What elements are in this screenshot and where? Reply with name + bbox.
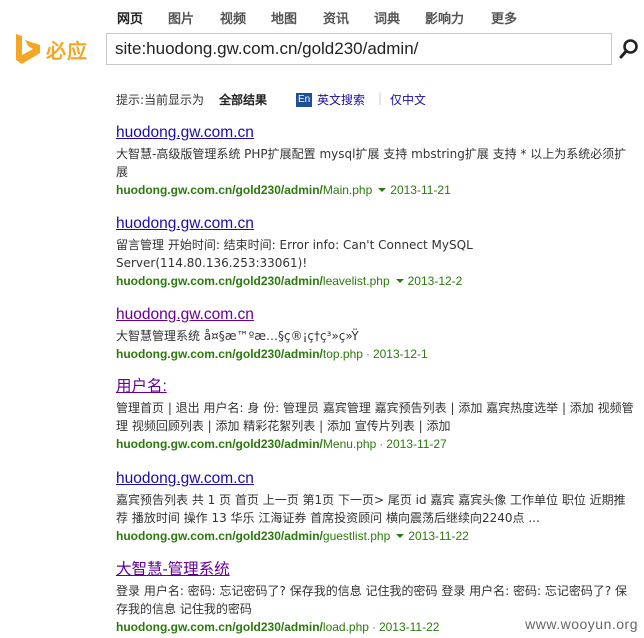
nav-item-news[interactable]: 资讯 <box>323 8 349 27</box>
url-options-caret-icon[interactable] <box>395 278 404 283</box>
result-snippet: 登录 用户名: 密码: 忘记密码了? 保存我的信息 记住我的密码 登录 用户名:… <box>116 584 628 616</box>
result-date: 2013-11-22 <box>408 529 469 543</box>
search-result: huodong.gw.com.cn 大智慧管理系统 å¤§æ™ºæ…§ç®¡ç†… <box>116 306 636 363</box>
all-results-label: 全部结果 <box>219 93 268 107</box>
dot-separator: · <box>365 347 370 361</box>
nav-item-more[interactable]: 更多 <box>491 8 517 27</box>
result-url: huodong.gw.com.cn/gold230/admin/Main.php <box>116 183 373 197</box>
result-date: 2013-12-2 <box>407 274 463 288</box>
search-button[interactable] <box>611 33 644 65</box>
result-date: 2013-11-22 <box>378 620 440 634</box>
logo-text: 必应 <box>46 39 88 63</box>
result-title-link[interactable]: huodong.gw.com.cn <box>116 470 636 488</box>
hint-separator: | <box>378 91 383 105</box>
en-badge-icon: En <box>296 93 313 107</box>
result-url-line: huodong.gw.com.cn/gold230/admin/guestlis… <box>116 527 636 545</box>
result-url: huodong.gw.com.cn/gold230/admin/Menu.php <box>116 437 377 451</box>
result-snippet: 管理首页 | 退出 用户名: 身 份: 管理员 嘉宾管理 嘉宾预告列表 | 添加… <box>116 401 634 433</box>
result-snippet: 嘉宾预告列表 共 1 页 首页 上一页 第1页 下一页> 尾页 id 嘉宾 嘉宾… <box>116 493 626 525</box>
search-result: huodong.gw.com.cn 嘉宾预告列表 共 1 页 首页 上一页 第1… <box>116 470 636 545</box>
bing-logo[interactable]: 必应 <box>14 33 104 67</box>
search-result: huodong.gw.com.cn 留言管理 开始时间: 结束时间: Error… <box>116 215 636 290</box>
result-url: huodong.gw.com.cn/gold230/admin/load.php <box>116 620 369 634</box>
result-title-link[interactable]: 大智慧-管理系统 <box>116 561 636 579</box>
search-result: huodong.gw.com.cn 大智慧-高级版管理系统 PHP扩展配置 my… <box>116 124 636 199</box>
search-result: 用户名: 管理首页 | 退出 用户名: 身 份: 管理员 嘉宾管理 嘉宾预告列表… <box>116 378 636 453</box>
result-snippet: 大智慧管理系统 å¤§æ™ºæ…§ç®¡ç†ç³»ç»Ÿ <box>116 329 359 343</box>
nav-item-videos[interactable]: 视频 <box>220 8 246 27</box>
url-options-caret-icon[interactable] <box>396 533 405 538</box>
watermark: www.wooyun.org <box>525 616 638 632</box>
nav-item-web[interactable]: 网页 <box>117 8 143 27</box>
result-url-line: huodong.gw.com.cn/gold230/admin/Menu.php… <box>116 435 636 453</box>
nav-item-influence[interactable]: 影响力 <box>425 8 464 27</box>
result-date: 2013-11-27 <box>386 437 447 451</box>
bing-b-icon <box>16 34 40 64</box>
url-options-caret-icon[interactable] <box>378 187 387 192</box>
dot-separator: · <box>371 620 376 634</box>
result-title-link[interactable]: huodong.gw.com.cn <box>116 124 636 142</box>
result-url: huodong.gw.com.cn/gold230/admin/top.php <box>116 347 363 361</box>
hint-prefix: 提示:当前显示为 <box>116 93 205 107</box>
result-date: 2013-12-1 <box>372 347 428 361</box>
result-title-link[interactable]: huodong.gw.com.cn <box>116 215 636 233</box>
dot-separator: · <box>379 437 384 451</box>
english-search-link[interactable]: 英文搜索 <box>317 91 365 108</box>
result-url-line: huodong.gw.com.cn/gold230/admin/leavelis… <box>116 272 636 290</box>
result-title-link[interactable]: huodong.gw.com.cn <box>116 306 636 324</box>
result-date: 2013-11-21 <box>390 183 451 197</box>
result-url-line: huodong.gw.com.cn/gold230/admin/Main.php… <box>116 181 636 199</box>
nav-item-dictionary[interactable]: 词典 <box>374 8 400 27</box>
result-url-line: huodong.gw.com.cn/gold230/admin/top.php ·… <box>116 345 636 363</box>
nav-item-maps[interactable]: 地图 <box>271 8 297 27</box>
search-input[interactable] <box>115 37 605 61</box>
result-title-link[interactable]: 用户名: <box>116 378 636 396</box>
result-url: huodong.gw.com.cn/gold230/admin/leavelis… <box>116 274 390 288</box>
result-url: huodong.gw.com.cn/gold230/admin/guestlis… <box>116 529 391 543</box>
nav-item-images[interactable]: 图片 <box>168 8 194 27</box>
search-icon <box>619 39 638 59</box>
search-box <box>106 33 611 65</box>
result-snippet: 留言管理 开始时间: 结束时间: Error info: Can't Conne… <box>116 238 473 270</box>
chinese-only-link[interactable]: 仅中文 <box>390 91 426 108</box>
result-snippet: 大智慧-高级版管理系统 PHP扩展配置 mysql扩展 支持 mbstring扩… <box>116 147 627 179</box>
